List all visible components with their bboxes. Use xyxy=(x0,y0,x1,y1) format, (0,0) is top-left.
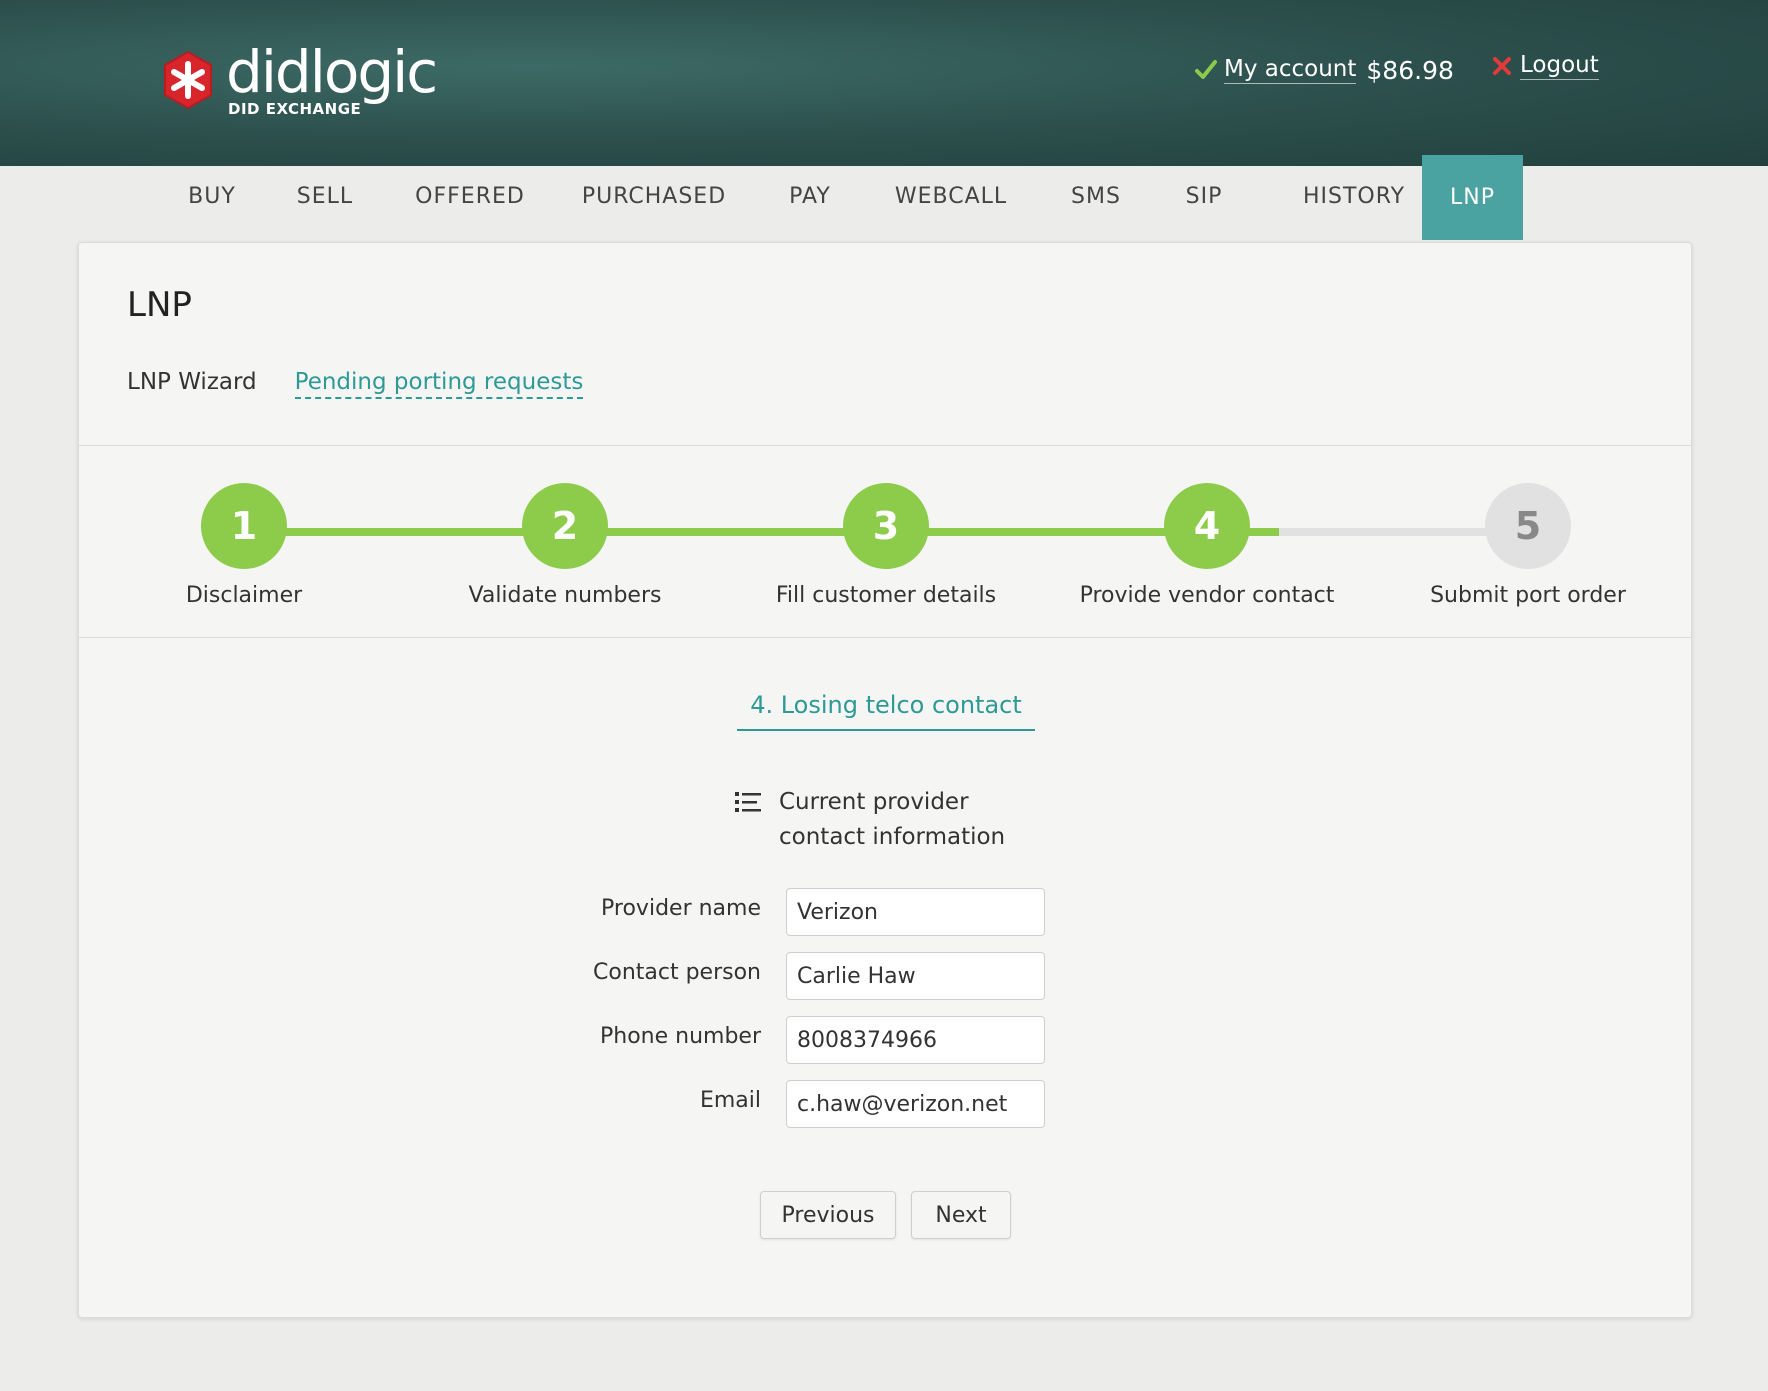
step-3-label: Fill customer details xyxy=(775,583,997,608)
main-nav: BUY SELL OFFERED PURCHASED PAY WEBCALL S… xyxy=(0,155,1768,240)
section-title: 4. Losing telco contact xyxy=(737,691,1035,731)
contact-person-row: Contact person xyxy=(479,952,1179,1000)
my-account-link[interactable]: My account xyxy=(1224,56,1357,84)
contact-person-input[interactable] xyxy=(786,952,1045,1000)
step-4-label: Provide vendor contact xyxy=(1079,583,1335,608)
phone-number-input[interactable] xyxy=(786,1016,1045,1064)
step-5-circle[interactable]: 5 xyxy=(1485,483,1571,569)
info-heading: Current provider contact information xyxy=(735,785,1039,855)
nav-item-buy[interactable]: BUY xyxy=(176,166,248,240)
provider-name-label: Provider name xyxy=(601,896,761,921)
lnp-card: LNP LNP Wizard Pending porting requests … xyxy=(78,242,1692,1318)
next-button[interactable]: Next xyxy=(911,1191,1011,1239)
check-icon xyxy=(1195,60,1217,79)
info-heading-text: Current provider contact information xyxy=(779,789,1006,850)
wizard-stepper: 1 2 3 4 5 Disclaimer Validate numbers Fi… xyxy=(79,445,1691,637)
asterisk-icon xyxy=(164,50,212,110)
logout-link[interactable]: Logout xyxy=(1520,52,1599,80)
nav-item-history[interactable]: HISTORY xyxy=(1279,166,1429,240)
nav-item-lnp[interactable]: LNP xyxy=(1422,155,1523,240)
email-input[interactable] xyxy=(786,1080,1045,1128)
phone-number-label: Phone number xyxy=(599,1024,761,1049)
list-icon xyxy=(735,792,761,812)
phone-number-row: Phone number xyxy=(479,1016,1179,1064)
step-1-circle[interactable]: 1 xyxy=(201,483,287,569)
step-3-circle[interactable]: 3 xyxy=(843,483,929,569)
nav-item-sip[interactable]: SIP xyxy=(1174,166,1234,240)
page-title: LNP xyxy=(127,285,192,325)
logout-area: Logout xyxy=(1490,52,1599,80)
brand-tagline: DID EXCHANGE xyxy=(228,100,362,118)
provider-name-input[interactable] xyxy=(786,888,1045,936)
provider-name-row: Provider name xyxy=(479,888,1179,936)
brand-logo[interactable]: didlogic DID EXCHANGE xyxy=(160,38,460,124)
email-row: Email xyxy=(479,1080,1179,1128)
account-area: My account $86.98 xyxy=(1194,52,1454,88)
nav-item-pay[interactable]: PAY xyxy=(777,166,843,240)
close-icon xyxy=(1493,57,1511,75)
stepper-progress-line xyxy=(244,528,1279,536)
account-balance: $86.98 xyxy=(1366,55,1454,85)
nav-item-sell[interactable]: SELL xyxy=(289,166,361,240)
tab-lnp-wizard[interactable]: LNP Wizard xyxy=(127,369,257,399)
step-2-circle[interactable]: 2 xyxy=(522,483,608,569)
divider xyxy=(79,637,1691,638)
step-2-label: Validate numbers xyxy=(468,583,662,608)
contact-person-label: Contact person xyxy=(593,960,761,985)
nav-item-webcall[interactable]: WEBCALL xyxy=(888,166,1014,240)
email-label: Email xyxy=(699,1088,761,1113)
step-4-circle[interactable]: 4 xyxy=(1164,483,1250,569)
tab-pending-porting-requests[interactable]: Pending porting requests xyxy=(294,369,584,399)
previous-button[interactable]: Previous xyxy=(760,1191,896,1239)
lnp-subnav: LNP Wizard Pending porting requests xyxy=(127,369,584,399)
step-5-label: Submit port order xyxy=(1430,583,1626,608)
nav-item-offered[interactable]: OFFERED xyxy=(406,166,534,240)
nav-item-purchased[interactable]: PURCHASED xyxy=(573,166,735,240)
site-header: didlogic DID EXCHANGE My account $86.98 … xyxy=(0,0,1768,166)
nav-item-sms[interactable]: SMS xyxy=(1061,166,1131,240)
step-1-label: Disclaimer xyxy=(185,583,303,608)
brand-name: didlogic xyxy=(226,38,438,106)
